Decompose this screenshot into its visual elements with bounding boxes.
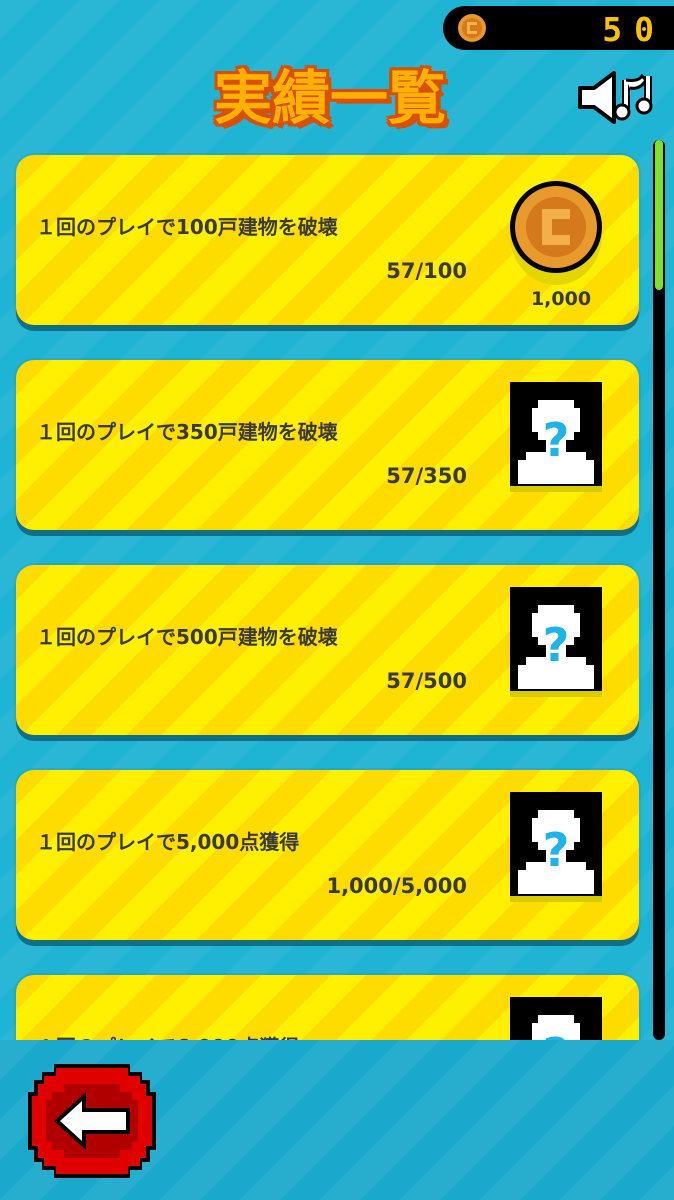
scrollbar[interactable] [653, 140, 665, 1040]
scrollbar-thumb[interactable] [655, 140, 663, 290]
locked-reward-icon: ? [510, 587, 602, 697]
svg-text:?: ? [543, 1028, 570, 1040]
achievement-card: １回のプレイで6,000点獲得 ? [16, 975, 639, 1040]
locked-reward-icon: ? [510, 382, 602, 492]
coin-counter: 50 [443, 6, 674, 50]
achievement-description: １回のプレイで6,000点獲得 [36, 1031, 299, 1040]
achievement-card: １回のプレイで5,000点獲得 1,000/5,000 ? [16, 770, 639, 940]
locked-reward-icon: ? [510, 792, 602, 902]
locked-reward-icon: ? [510, 997, 602, 1040]
achievement-list[interactable]: １回のプレイで100戸建物を破壊 57/100 1,000 １回のプレイで350… [0, 150, 674, 1040]
coin-reward-icon [510, 181, 602, 285]
svg-text:?: ? [543, 823, 570, 877]
achievement-card: １回のプレイで100戸建物を破壊 57/100 1,000 [16, 155, 639, 325]
page-title: 実績一覧 [213, 64, 446, 132]
svg-text:?: ? [543, 413, 570, 467]
back-arrow-icon[interactable] [24, 1060, 160, 1182]
coin-icon [456, 12, 488, 44]
svg-text:?: ? [543, 618, 570, 672]
achievement-card: １回のプレイで350戸建物を破壊 57/350 ? [16, 360, 639, 530]
achievement-progress: 57/500 [386, 669, 467, 693]
achievement-progress: 57/100 [386, 259, 467, 283]
achievement-progress: 57/350 [386, 464, 467, 488]
achievement-description: １回のプレイで5,000点獲得 [36, 830, 300, 854]
coin-count: 50 [602, 10, 666, 49]
reward-amount: 1,000 [530, 288, 592, 310]
achievement-description: １回のプレイで350戸建物を破壊 [36, 420, 338, 444]
achievement-description: １回のプレイで500戸建物を破壊 [36, 625, 338, 649]
achievement-progress: 1,000/5,000 [326, 874, 467, 898]
speaker-music-icon[interactable] [576, 70, 666, 125]
achievement-description: １回のプレイで100戸建物を破壊 [36, 215, 338, 239]
achievement-card: １回のプレイで500戸建物を破壊 57/500 ? [16, 565, 639, 735]
